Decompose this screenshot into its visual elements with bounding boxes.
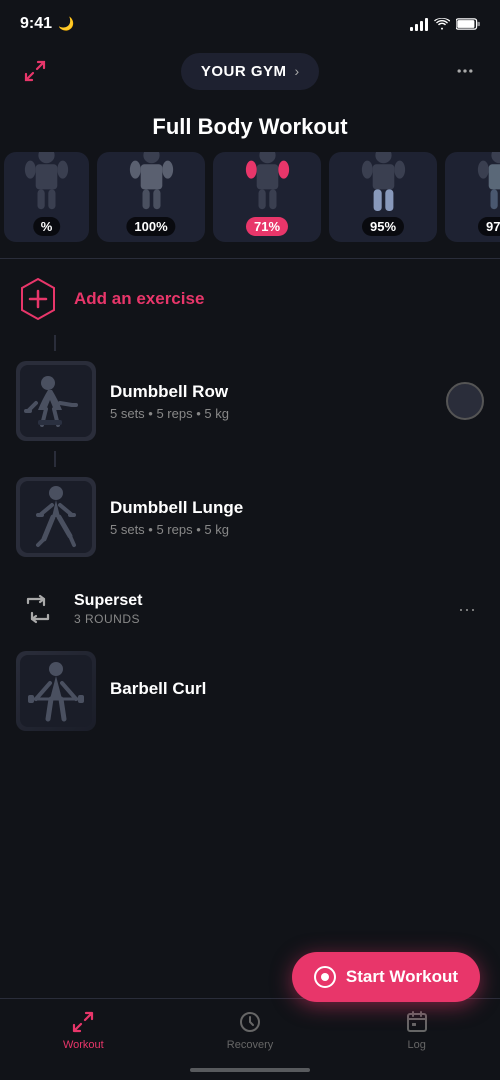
tab-workout[interactable]: Workout [0,1009,167,1051]
superset-more-button[interactable]: ··· [450,599,484,620]
start-workout-button[interactable]: Start Workout [292,952,480,1002]
exercise-thumb-0 [16,361,96,441]
battery-icon [456,18,480,30]
exercise-meta-0: 5 sets • 5 reps • 5 kg [110,406,432,421]
exercise-name-2: Barbell Curl [110,679,484,699]
exercise-name-1: Dumbbell Lunge [110,498,484,518]
start-workout-icon [314,966,336,988]
workout-tab-icon [70,1009,96,1035]
status-icons [410,17,480,31]
superset-info: Superset 3 ROUNDS [74,592,436,626]
exercise-check-0[interactable] [446,382,484,420]
more-button[interactable] [446,52,484,90]
status-bar: 9:41 🌙 [0,0,500,44]
home-indicator [190,1068,310,1072]
exercise-info-2: Barbell Curl [110,679,484,703]
recovery-tab-icon [237,1009,263,1035]
wifi-icon [434,18,450,30]
muscle-card-0[interactable]: % [4,152,89,242]
tab-workout-label: Workout [63,1039,104,1051]
exercise-info-1: Dumbbell Lunge 5 sets • 5 reps • 5 kg [110,498,484,537]
chevron-right-icon: › [295,63,300,79]
connector-line-1 [54,335,56,351]
exercise-item-1[interactable]: Dumbbell Lunge 5 sets • 5 reps • 5 kg [16,467,484,567]
muscle-map-row: % 100% 71% [0,152,500,258]
exercise-thumb-2 [16,651,96,731]
moon-icon: 🌙 [58,16,74,32]
tab-recovery[interactable]: Recovery [167,1009,334,1051]
superset-rounds: 3 ROUNDS [74,612,436,626]
signal-icon [410,17,428,31]
workout-title: Full Body Workout [0,98,500,152]
muscle-percent-1: 100% [126,217,175,236]
muscle-percent-0: % [33,217,61,236]
superset-header: Superset 3 ROUNDS ··· [16,567,484,635]
muscle-card-3[interactable]: 95% [329,152,437,242]
muscle-percent-3: 95% [362,217,404,236]
log-tab-icon [404,1009,430,1035]
exercise-item-2[interactable]: Barbell Curl [16,641,484,741]
start-workout-label: Start Workout [346,967,458,987]
exercise-meta-1: 5 sets • 5 reps • 5 kg [110,522,484,537]
tab-log[interactable]: Log [333,1009,500,1051]
superset-icon [16,587,60,631]
top-nav: YOUR GYM › [0,44,500,98]
superset-label: Superset [74,592,436,610]
exercise-info-0: Dumbbell Row 5 sets • 5 reps • 5 kg [110,382,432,421]
muscle-percent-4: 97% [478,217,500,236]
add-exercise-button[interactable]: Add an exercise [16,259,484,335]
connector-line-2 [54,451,56,467]
tab-log-label: Log [408,1039,426,1051]
exercise-section: Add an exercise Dumbbell Row [0,259,500,741]
gym-selector[interactable]: YOUR GYM › [181,53,319,90]
exercise-name-0: Dumbbell Row [110,382,432,402]
muscle-card-4[interactable]: 97% [445,152,500,242]
status-time: 9:41 [20,15,52,33]
muscle-card-1[interactable]: 100% [97,152,205,242]
tab-recovery-label: Recovery [227,1039,273,1051]
exercise-thumb-1 [16,477,96,557]
gym-label: YOUR GYM [201,63,287,80]
muscle-percent-2: 71% [246,217,288,236]
add-hex-icon [16,277,60,321]
expand-icon[interactable] [16,52,54,90]
add-exercise-label: Add an exercise [74,289,204,309]
muscle-card-2[interactable]: 71% [213,152,321,242]
exercise-item-0[interactable]: Dumbbell Row 5 sets • 5 reps • 5 kg [16,351,484,451]
